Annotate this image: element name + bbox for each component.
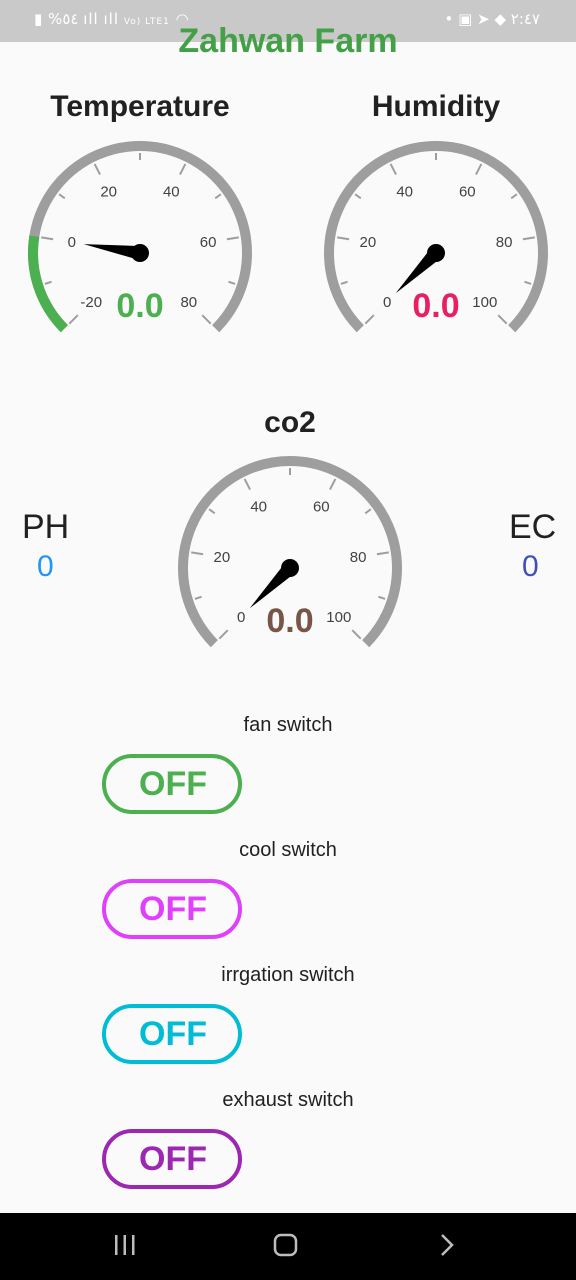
gauge-tick: [226, 236, 239, 241]
gauge-tick-label: 80: [350, 549, 367, 566]
gauge-tick: [93, 163, 101, 176]
gauge-tick: [329, 478, 337, 491]
gauge-tick-label: 20: [214, 549, 231, 566]
gauge-tick: [351, 629, 362, 640]
ph-value: 0: [37, 550, 54, 583]
gauge-tick: [475, 163, 483, 176]
gauge-needle-hub: [427, 244, 445, 262]
ec-label: EC: [509, 508, 557, 546]
gauge-tick: [376, 551, 389, 556]
gauge-value: 0.0: [412, 287, 459, 325]
gauge-tick: [214, 193, 222, 200]
humidity-gauge: 0 20 40 60 80 100 0.0: [324, 141, 548, 333]
gauge-needle-hub: [281, 559, 299, 577]
temperature-gauge: -20 0 20 40 60 80 0.0: [28, 141, 252, 333]
gauge-tick-label: 40: [396, 184, 413, 201]
gauge-tick: [218, 629, 229, 640]
gauge-tick: [191, 551, 204, 556]
fan-switch-label: fan switch: [243, 714, 333, 736]
cool-switch-button[interactable]: OFF: [102, 879, 242, 939]
gauge-tick: [340, 280, 348, 285]
gauge-tick-label: 40: [163, 184, 180, 201]
gauge-tick: [243, 478, 251, 491]
app-title: Zahwan Farm: [178, 22, 398, 60]
gauge-tick: [364, 508, 372, 515]
gauge-tick-label: 100: [472, 294, 497, 311]
gauge-tick: [510, 193, 518, 200]
gauge-tick-label: 60: [459, 184, 476, 201]
gauge-tick-label: 60: [200, 234, 217, 251]
gauge-tick: [201, 314, 212, 325]
fan-switch-button[interactable]: OFF: [102, 754, 242, 814]
recent-apps-icon[interactable]: [112, 1231, 138, 1264]
gauge-tick: [44, 280, 52, 285]
ec-value: 0: [522, 550, 539, 583]
gauge-tick-label: 20: [100, 184, 117, 201]
gauge-tick-label: 20: [360, 234, 377, 251]
temperature-title: Temperature: [50, 90, 230, 123]
gauge-tick: [228, 280, 236, 285]
gauge-tick: [194, 595, 202, 600]
humidity-title: Humidity: [371, 90, 501, 123]
gauge-tick: [354, 193, 362, 200]
gauge-tick-label: 60: [313, 499, 330, 516]
gauge-tick: [364, 314, 375, 325]
gauge-tick-label: 100: [326, 609, 351, 626]
gauge-tick-label: -20: [80, 294, 102, 311]
gauge-tick: [378, 595, 386, 600]
gauge-tick-label: 80: [496, 234, 513, 251]
irrigation-switch-button[interactable]: OFF: [102, 1004, 242, 1064]
exhaust-switch-label: exhaust switch: [222, 1089, 354, 1111]
gauge-tick: [179, 163, 187, 176]
gauge-needle-hub: [131, 244, 149, 262]
exhaust-switch-button[interactable]: OFF: [102, 1129, 242, 1189]
back-icon[interactable]: [436, 1231, 460, 1264]
gauge-tick: [524, 280, 532, 285]
irrigation-switch-label: irrgation switch: [221, 964, 355, 986]
gauge-tick-label: 0: [68, 234, 76, 251]
cool-switch-label: cool switch: [239, 839, 337, 861]
co2-title: co2: [264, 406, 316, 439]
gauge-tick: [522, 236, 535, 241]
gauge-value: 0.0: [116, 287, 163, 325]
gauge-tick: [337, 236, 350, 241]
gauge-tick: [389, 163, 397, 176]
home-icon[interactable]: [272, 1231, 300, 1264]
gauge-tick: [58, 193, 66, 200]
ph-label: PH: [22, 508, 70, 546]
system-nav-bar: [0, 1213, 576, 1280]
gauge-tick: [68, 314, 79, 325]
gauge-tick: [208, 508, 216, 515]
co2-gauge: 0 20 40 60 80 100 0.0: [178, 456, 402, 648]
gauge-tick-label: 0: [237, 609, 245, 626]
gauge-tick-label: 80: [180, 294, 197, 311]
gauge-tick-label: 0: [383, 294, 391, 311]
gauge-tick: [41, 236, 54, 241]
gauge-tick: [497, 314, 508, 325]
gauge-tick-label: 40: [250, 499, 267, 516]
gauge-value: 0.0: [266, 602, 313, 640]
